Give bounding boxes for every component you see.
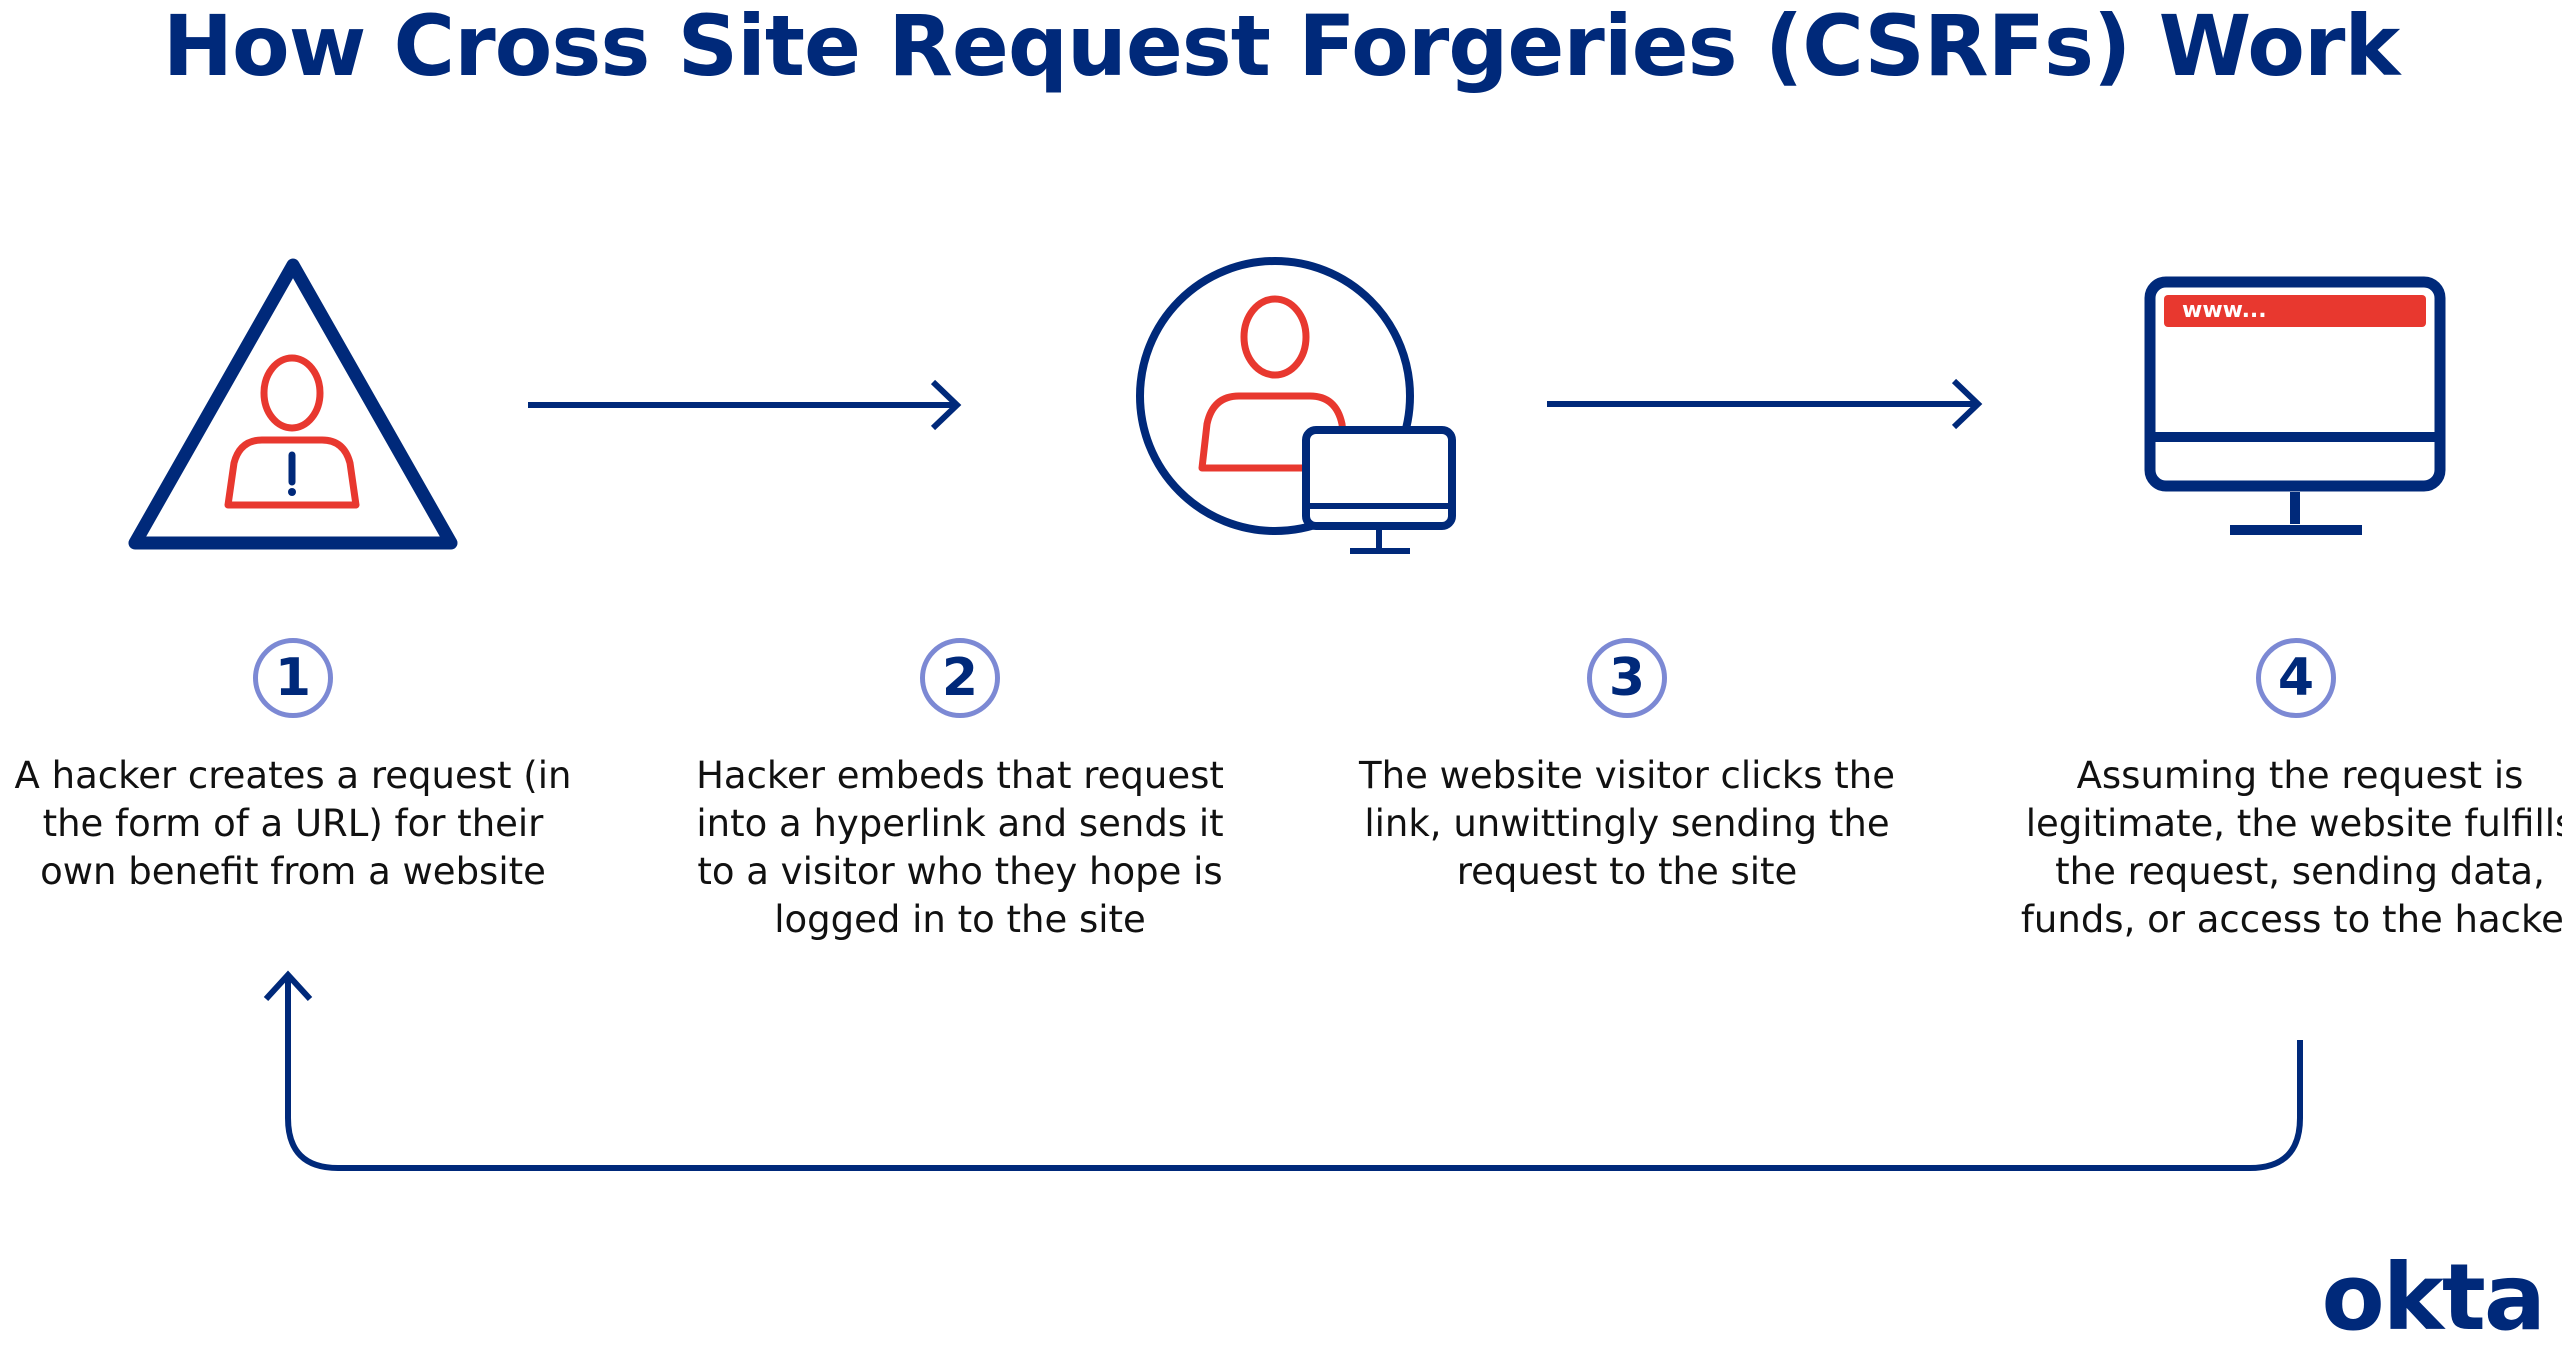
step-3-number: 3	[1587, 638, 1667, 718]
warning-triangle-hacker-icon	[128, 258, 458, 550]
arrow-step2-to-step3	[1547, 378, 1983, 430]
user-with-computer-icon	[1136, 257, 1456, 554]
browser-url-text: www...	[2182, 298, 2267, 323]
step-2-number: 2	[920, 638, 1000, 718]
step-2-description: Hacker embeds that request into a hyperl…	[696, 754, 1224, 941]
arrow-step1-to-step2	[528, 379, 962, 431]
step-1-number: 1	[253, 638, 333, 718]
diagram-artwork	[128, 257, 2446, 1171]
okta-logo: okta	[2321, 1244, 2546, 1351]
step-4-number: 4	[2256, 638, 2336, 718]
return-arrow-step4-to-step1	[263, 970, 2303, 1171]
step-3-description: The website visitor clicks the link, unw…	[1359, 754, 1895, 893]
step-4-description: Assuming the request is legitimate, the …	[2020, 754, 2562, 941]
step-1-description: A hacker creates a request (in the form …	[14, 754, 572, 893]
